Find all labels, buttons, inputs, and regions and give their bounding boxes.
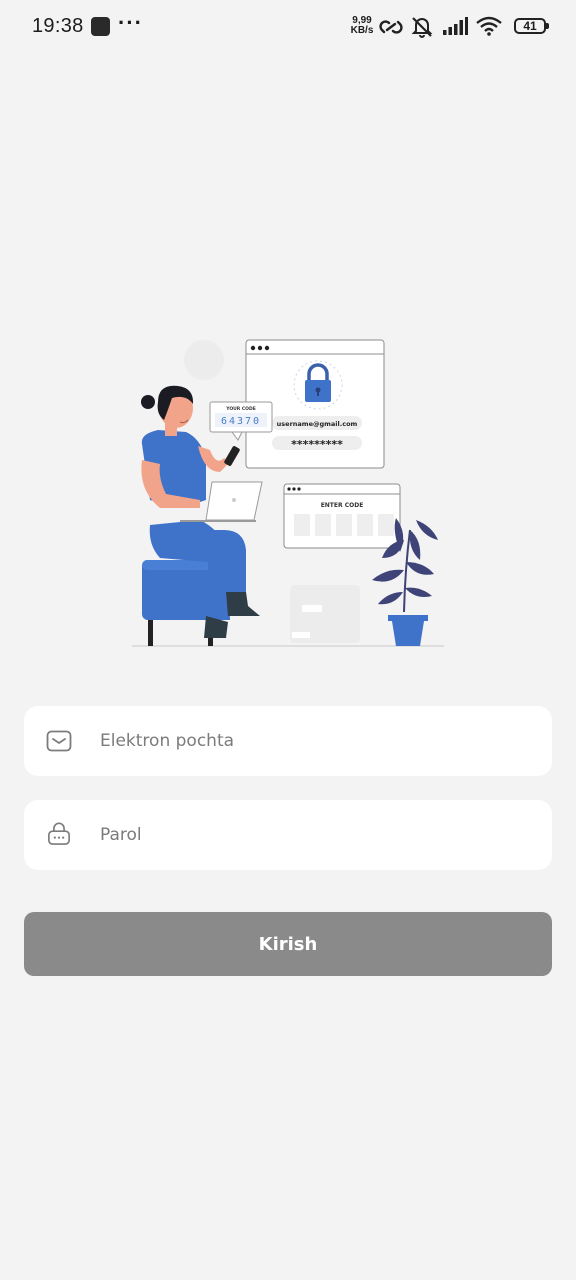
battery-indicator: 41: [514, 18, 549, 34]
password-input[interactable]: [100, 800, 530, 870]
more-notifications-icon: ···: [118, 10, 143, 35]
status-icons: 9,99 KB/s 41: [346, 16, 549, 40]
lock-icon: [48, 822, 70, 845]
signal-icon: [443, 17, 468, 35]
email-input[interactable]: [100, 706, 530, 776]
password-field-container: [24, 800, 552, 870]
mute-bell-icon: [411, 17, 433, 38]
app-notification-icon: [91, 17, 110, 36]
login-illustration: username@gmail.com ********* YOUR CODE 6…: [132, 339, 444, 647]
enter-code-label: ENTER CODE: [321, 502, 364, 509]
code-value: 64370: [221, 416, 261, 427]
link-icon: [379, 20, 403, 34]
enter-code-window: ENTER CODE: [283, 483, 401, 549]
status-bar: 19:38 ··· 9,99 KB/s 41: [0, 0, 576, 56]
login-button[interactable]: Kirish: [24, 912, 552, 976]
your-code-label: YOUR CODE: [225, 406, 256, 412]
password-mask-text: *********: [291, 438, 343, 451]
username-text: username@gmail.com: [277, 420, 358, 428]
email-field-container: [24, 706, 552, 776]
status-time: 19:38: [32, 15, 84, 37]
envelope-icon: [46, 730, 72, 752]
wifi-icon: [476, 16, 502, 36]
network-speed-unit: KB/s: [350, 25, 374, 36]
network-speed: 9,99 KB/s: [349, 16, 375, 36]
